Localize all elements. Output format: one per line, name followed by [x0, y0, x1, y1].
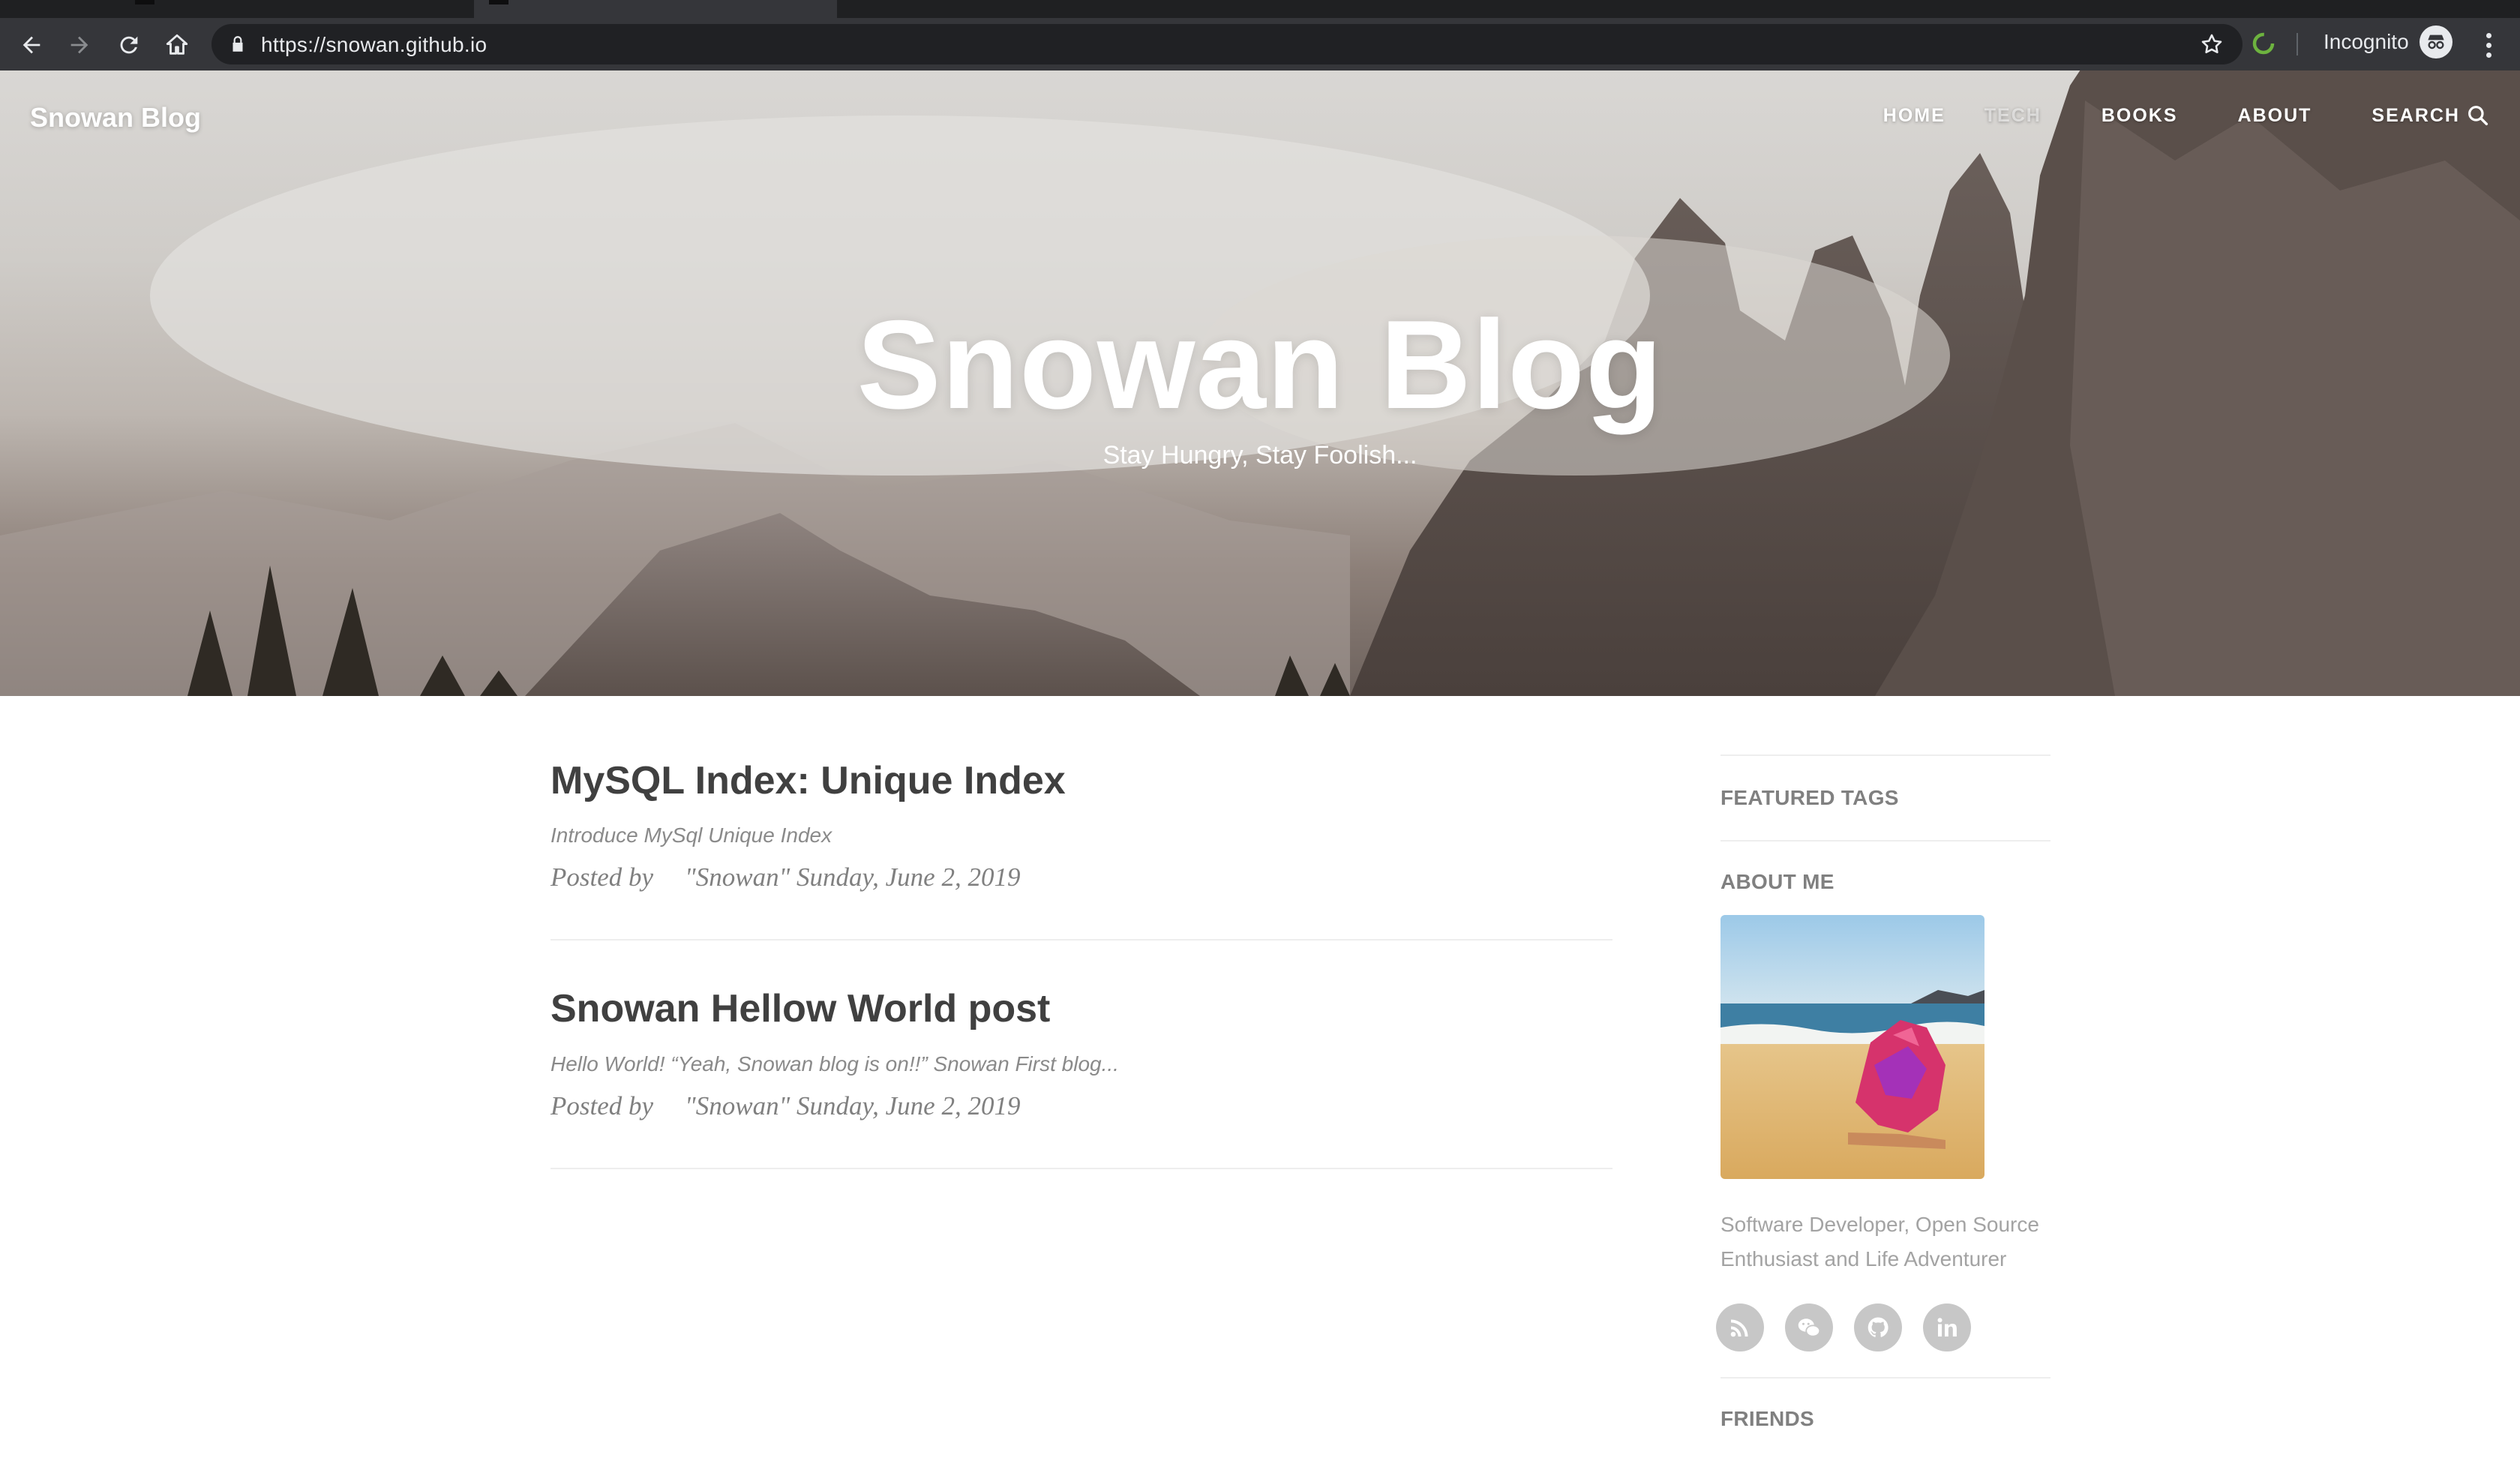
home-icon	[166, 34, 188, 55]
post-author: "Snowan"	[685, 862, 790, 892]
search-icon	[2468, 106, 2488, 126]
friends-heading: FRIENDS	[1720, 1407, 1814, 1430]
post-author: "Snowan"	[685, 1090, 790, 1120]
hero-subtitle: Stay Hungry, Stay Foolish...	[1102, 441, 1418, 470]
hero-banner: Snowan Blog HOME TECH BOOKS ABOUT SEARCH…	[0, 70, 2520, 696]
beach-photo-image	[1720, 915, 1984, 1179]
featured-tags-heading: FEATURED TAGS	[1720, 786, 1899, 809]
main-nav: HOME TECH BOOKS ABOUT SEARCH	[1823, 104, 2490, 128]
incognito-glyph-icon	[2428, 34, 2444, 50]
post-date: Sunday, June 2, 2019	[796, 862, 1021, 892]
reload-icon	[120, 36, 138, 54]
post-meta: Posted by "Snowan" Sunday, June 2, 2019	[550, 862, 1612, 892]
nav-books-link[interactable]: BOOKS	[2102, 105, 2178, 127]
nav-about-link[interactable]: ABOUT	[2238, 105, 2312, 127]
github-link[interactable]	[1854, 1304, 1902, 1352]
arrow-left-icon	[22, 36, 40, 54]
post-list: MySQL Index: Unique Index Introduce MySq…	[550, 758, 1612, 1214]
hero-title: Snowan Blog	[856, 294, 1664, 435]
post-meta: Posted by "Snowan" Sunday, June 2, 2019	[550, 1091, 1612, 1121]
post-preview: MySQL Index: Unique Index Introduce MySq…	[550, 758, 1612, 941]
bookmark-star-icon[interactable]	[2199, 32, 2224, 57]
sidebar-divider	[1720, 1377, 2050, 1378]
social-links	[1716, 1304, 2050, 1352]
about-me-photo	[1720, 915, 1984, 1179]
linkedin-link[interactable]	[1923, 1304, 1971, 1352]
sidebar-divider	[1720, 754, 2050, 756]
incognito-label: Incognito	[2324, 30, 2409, 53]
lock-icon	[232, 36, 243, 52]
home-button[interactable]	[160, 28, 194, 62]
extension-icon[interactable]	[2250, 30, 2277, 57]
post-subtitle: Introduce MySql Unique Index	[550, 824, 832, 848]
rss-icon	[1730, 1319, 1748, 1337]
post-title-link[interactable]: Snowan Hellow World post	[550, 986, 1612, 1032]
github-icon	[1868, 1317, 1888, 1337]
arrow-right-icon	[70, 36, 88, 54]
forward-button[interactable]	[63, 28, 96, 62]
linkedin-icon	[1937, 1318, 1957, 1336]
wechat-link[interactable]	[1785, 1304, 1833, 1352]
nav-tech-link[interactable]: TECH	[1984, 105, 2042, 127]
toolbar-divider	[2296, 33, 2298, 56]
incognito-icon[interactable]	[2420, 26, 2452, 58]
tab-favicon-fragment	[135, 0, 154, 4]
url-text: https://snowan.github.io	[261, 33, 488, 56]
sidebar: FEATURED TAGS ABOUT ME Software Develope…	[1716, 754, 2050, 1431]
about-me-heading: ABOUT ME	[1720, 870, 1834, 893]
active-tab-favicon-fragment	[489, 0, 508, 4]
post-posted-by: Posted by	[550, 862, 654, 892]
site-brand-link[interactable]: Snowan Blog	[30, 102, 201, 134]
sidebar-divider	[1720, 840, 2050, 842]
browser-menu-button[interactable]	[2475, 28, 2502, 62]
browser-toolbar: https://snowan.github.io Incognito	[0, 18, 2520, 70]
post-preview: Snowan Hellow World post Hello World! “Y…	[550, 986, 1612, 1169]
back-button[interactable]	[15, 28, 48, 62]
post-date: Sunday, June 2, 2019	[796, 1090, 1021, 1120]
reload-button[interactable]	[112, 28, 146, 62]
post-subtitle: Hello World! “Yeah, Snowan blog is on!!”…	[550, 1052, 1119, 1076]
nav-search-label: SEARCH	[2372, 104, 2460, 126]
rss-link[interactable]	[1716, 1304, 1764, 1352]
active-tab[interactable]	[474, 0, 837, 18]
nav-home-link[interactable]: HOME	[1883, 105, 1946, 127]
post-posted-by: Posted by	[550, 1090, 654, 1120]
wechat-icon	[1798, 1318, 1821, 1337]
post-title-link[interactable]: MySQL Index: Unique Index	[550, 758, 1612, 804]
nav-search-link[interactable]: SEARCH	[2372, 104, 2490, 128]
tab-strip	[0, 0, 2520, 18]
address-bar[interactable]: https://snowan.github.io	[212, 24, 2242, 64]
about-me-bio: Software Developer, Open Source Enthusia…	[1720, 1213, 2039, 1270]
